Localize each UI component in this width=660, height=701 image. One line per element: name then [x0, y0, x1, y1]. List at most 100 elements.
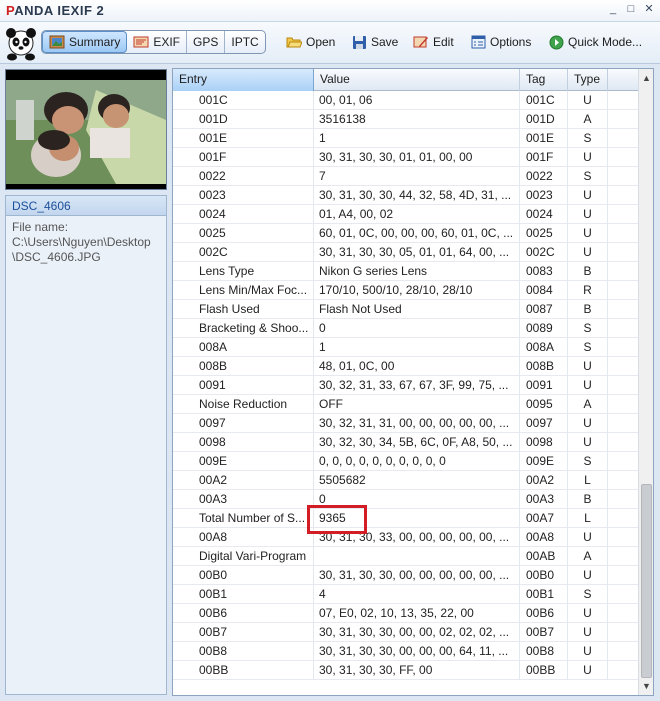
table-row[interactable]: Noise Reduction OFF 0095 A [173, 395, 638, 414]
cell-value: 5505682 [314, 471, 520, 489]
photo-thumbnail [5, 69, 167, 190]
file-title: DSC_4606 [6, 196, 166, 216]
cell-type: U [568, 414, 608, 432]
cell-value: 30, 32, 31, 33, 67, 67, 3F, 99, 75, ... [314, 376, 520, 394]
edit-button[interactable]: Edit [413, 33, 454, 51]
table-row[interactable]: 009E 0, 0, 0, 0, 0, 0, 0, 0, 0, 0 009E S [173, 452, 638, 471]
cell-type: S [568, 129, 608, 147]
tab-exif[interactable]: EXIF [127, 31, 188, 53]
table-row[interactable]: Digital Vari-Program 00AB A [173, 547, 638, 566]
tab-summary[interactable]: Summary [42, 31, 128, 53]
cell-type: U [568, 357, 608, 375]
cell-type: U [568, 642, 608, 660]
table-row[interactable]: 0091 30, 32, 31, 33, 67, 67, 3F, 99, 75, … [173, 376, 638, 395]
save-button[interactable]: Save [351, 33, 398, 51]
cell-tag: 00A3 [520, 490, 568, 508]
table-row[interactable]: 00A3 0 00A3 B [173, 490, 638, 509]
table-row[interactable]: 0097 30, 32, 31, 31, 00, 00, 00, 00, 00, … [173, 414, 638, 433]
scroll-thumb[interactable] [641, 484, 652, 678]
table-row[interactable]: 00A8 30, 31, 30, 33, 00, 00, 00, 00, 00, … [173, 528, 638, 547]
cell-value: 00, 01, 06 [314, 91, 520, 109]
table-row[interactable]: 0024 01, A4, 00, 02 0024 U [173, 205, 638, 224]
table-row[interactable]: Lens Type Nikon G series Lens 0083 B [173, 262, 638, 281]
table-row[interactable]: 008B 48, 01, 0C, 00 008B U [173, 357, 638, 376]
table-row[interactable]: 00B8 30, 31, 30, 30, 00, 00, 00, 64, 11, … [173, 642, 638, 661]
table-row[interactable]: 00B7 30, 31, 30, 30, 00, 00, 02, 02, 02, … [173, 623, 638, 642]
open-button[interactable]: Open [286, 33, 335, 51]
table-row[interactable]: 001E 1 001E S [173, 129, 638, 148]
cell-type: A [568, 547, 608, 565]
cell-value: 30, 31, 30, 30, FF, 00 [314, 661, 520, 679]
cell-value: 1 [314, 129, 520, 147]
table-row[interactable]: 0098 30, 32, 30, 34, 5B, 6C, 0F, A8, 50, … [173, 433, 638, 452]
vertical-scrollbar[interactable]: ▲ ▼ [638, 69, 653, 695]
cell-entry: 00BB [173, 661, 314, 679]
cell-entry: 0091 [173, 376, 314, 394]
cell-tag: 008B [520, 357, 568, 375]
highlight-annotation [307, 505, 367, 534]
maximize-button[interactable]: □ [624, 2, 638, 16]
options-button[interactable]: Options [470, 33, 531, 51]
minimize-button[interactable]: _ [606, 2, 620, 16]
cell-entry: Digital Vari-Program [173, 547, 314, 565]
cell-value: Flash Not Used [314, 300, 520, 318]
table-row[interactable]: 00B0 30, 31, 30, 30, 00, 00, 00, 00, 00, … [173, 566, 638, 585]
cell-value: 30, 31, 30, 30, 05, 01, 01, 64, 00, ... [314, 243, 520, 261]
table-row[interactable]: 001C 00, 01, 06 001C U [173, 91, 638, 110]
cell-type: U [568, 661, 608, 679]
cell-type: R [568, 281, 608, 299]
table-row[interactable]: 008A 1 008A S [173, 338, 638, 357]
cell-type: U [568, 623, 608, 641]
cell-type: U [568, 604, 608, 622]
table-row[interactable]: 00A2 5505682 00A2 L [173, 471, 638, 490]
column-header-tag[interactable]: Tag [520, 69, 568, 91]
table-row[interactable]: 0023 30, 31, 30, 30, 44, 32, 58, 4D, 31, … [173, 186, 638, 205]
table-row[interactable]: 0022 7 0022 S [173, 167, 638, 186]
quick-mode-icon [548, 34, 564, 50]
cell-value: 48, 01, 0C, 00 [314, 357, 520, 375]
cell-value: 30, 31, 30, 30, 00, 00, 00, 00, 00, ... [314, 566, 520, 584]
table-row[interactable]: 00B1 4 00B1 S [173, 585, 638, 604]
cell-entry: 00A2 [173, 471, 314, 489]
table-row[interactable]: 002C 30, 31, 30, 30, 05, 01, 01, 64, 00, … [173, 243, 638, 262]
cell-entry: 002C [173, 243, 314, 261]
cell-tag: 0022 [520, 167, 568, 185]
cell-tag: 0087 [520, 300, 568, 318]
quick-mode-button[interactable]: Quick Mode... [548, 33, 642, 51]
tab-iptc[interactable]: IPTC [225, 31, 264, 53]
cell-type: B [568, 262, 608, 280]
options-icon [470, 34, 486, 50]
table-row[interactable]: 00BB 30, 31, 30, 30, FF, 00 00BB U [173, 661, 638, 680]
cell-type: S [568, 319, 608, 337]
cell-type: U [568, 566, 608, 584]
cell-entry: 001E [173, 129, 314, 147]
tab-gps-label: GPS [193, 35, 219, 49]
cell-tag: 008A [520, 338, 568, 356]
table-row[interactable]: Lens Min/Max Foc... 170/10, 500/10, 28/10… [173, 281, 638, 300]
cell-tag: 0023 [520, 186, 568, 204]
column-header-value[interactable]: Value [314, 69, 520, 91]
cell-value: 0, 0, 0, 0, 0, 0, 0, 0, 0, 0 [314, 452, 520, 470]
close-button[interactable]: ✕ [642, 2, 656, 16]
summary-icon [49, 34, 65, 50]
table-row[interactable]: 001D 3516138 001D A [173, 110, 638, 129]
table-row[interactable]: 001F 30, 31, 30, 30, 01, 01, 00, 00 001F U [173, 148, 638, 167]
column-header-entry[interactable]: Entry [173, 69, 314, 91]
cell-type: U [568, 205, 608, 223]
cell-tag: 00A2 [520, 471, 568, 489]
cell-entry: 008B [173, 357, 314, 375]
cell-type: S [568, 452, 608, 470]
table-row[interactable]: Flash Used Flash Not Used 0087 B [173, 300, 638, 319]
tab-gps[interactable]: GPS [187, 31, 226, 53]
table-row[interactable]: Total Number of S... 9365 00A7 L [173, 509, 638, 528]
scroll-up-icon[interactable]: ▲ [639, 70, 653, 86]
cell-entry: 00B0 [173, 566, 314, 584]
cell-type: S [568, 167, 608, 185]
table-row[interactable]: 00B6 07, E0, 02, 10, 13, 35, 22, 00 00B6 U [173, 604, 638, 623]
cell-entry: 001F [173, 148, 314, 166]
table-row[interactable]: Bracketing & Shoo... 0 0089 S [173, 319, 638, 338]
table-row[interactable]: 0025 60, 01, 0C, 00, 00, 00, 60, 01, 0C, … [173, 224, 638, 243]
column-header-type[interactable]: Type [568, 69, 608, 91]
cell-value: 07, E0, 02, 10, 13, 35, 22, 00 [314, 604, 520, 622]
scroll-down-icon[interactable]: ▼ [639, 678, 653, 694]
